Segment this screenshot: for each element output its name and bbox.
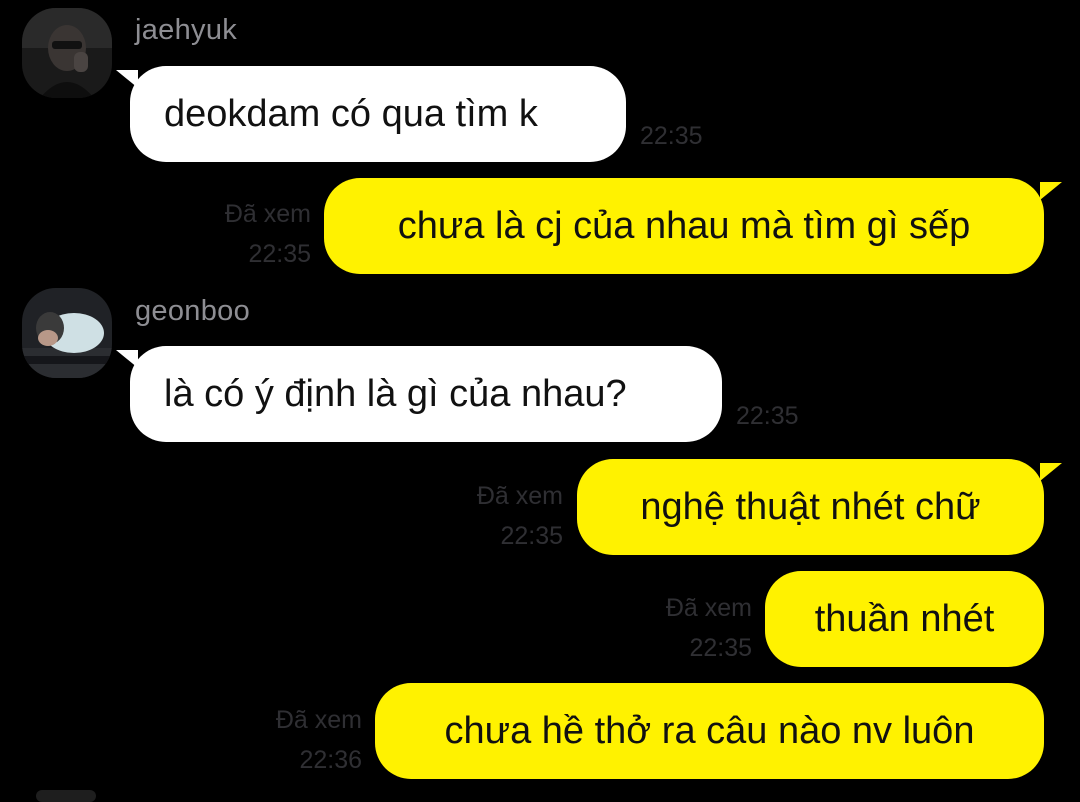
message-time: 22:35 [640, 122, 703, 150]
bubble-tail [1040, 182, 1062, 200]
profile-photo-icon [22, 288, 112, 378]
message-time: 22:35 [736, 402, 799, 430]
message-time: 22:35 [500, 522, 563, 550]
sender-name: jaehyuk [135, 14, 238, 46]
sender-name: geonboo [135, 295, 250, 327]
message-bubble-incoming[interactable]: là có ý định là gì của nhau? [130, 346, 722, 442]
read-status: Đã xem [476, 482, 563, 510]
profile-photo-icon [22, 8, 112, 98]
message-time: 22:36 [299, 746, 362, 774]
avatar-jaehyuk[interactable] [22, 8, 112, 98]
message-time: 22:35 [689, 634, 752, 662]
bubble-tail [1040, 463, 1062, 481]
message-time: 22:35 [248, 240, 311, 268]
avatar-geonboo[interactable] [22, 288, 112, 378]
read-status: Đã xem [665, 594, 752, 622]
message-bubble-outgoing[interactable]: nghệ thuật nhét chữ [577, 459, 1044, 555]
message-bubble-incoming[interactable]: deokdam có qua tìm k [130, 66, 626, 162]
message-bubble-outgoing[interactable]: chưa là cj của nhau mà tìm gì sếp [324, 178, 1044, 274]
read-status: Đã xem [224, 200, 311, 228]
message-bubble-outgoing[interactable]: thuần nhét [765, 571, 1044, 667]
message-bubble-outgoing[interactable]: chưa hề thở ra câu nào nv luôn [375, 683, 1044, 779]
read-status: Đã xem [275, 706, 362, 734]
next-avatar-edge [36, 790, 96, 802]
